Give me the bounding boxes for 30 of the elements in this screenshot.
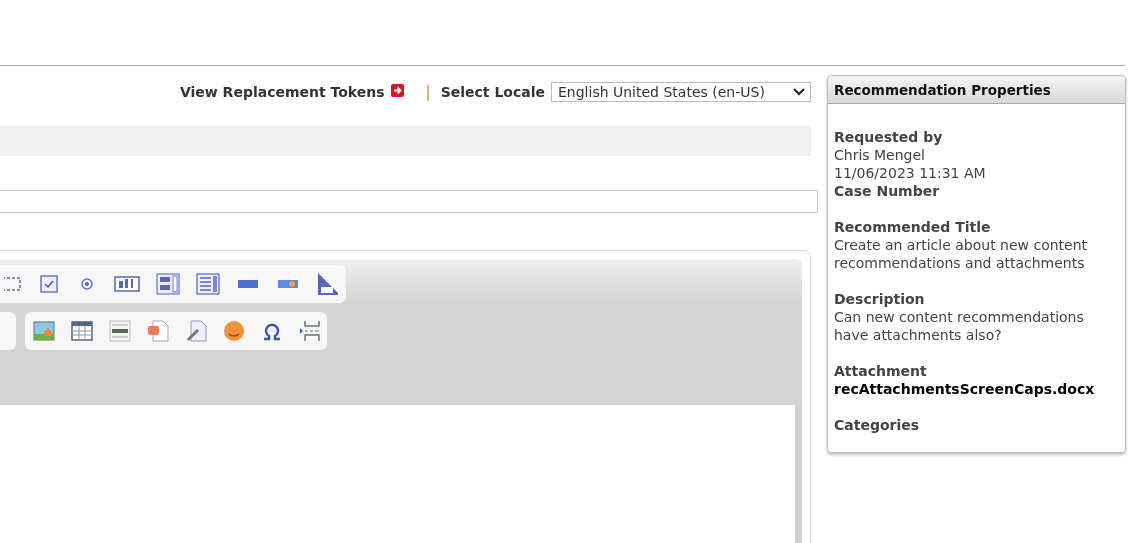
toolbar-group: [0, 312, 16, 350]
image-icon[interactable]: [33, 320, 55, 342]
field-label: Case Number: [834, 182, 941, 200]
field-value: Chris Mengel: [834, 146, 926, 164]
replacement-tokens-link[interactable]: View Replacement Tokens: [179, 84, 404, 100]
field-value: Create an article about new content recommendations and attachments: [834, 236, 1089, 272]
chevron-down-icon: [792, 87, 806, 97]
text-area-icon[interactable]: [156, 273, 180, 295]
document-icon[interactable]: [147, 320, 169, 342]
link-icon[interactable]: [185, 320, 207, 342]
field-label: Categories: [834, 416, 921, 434]
locale-label: Select Locale: [440, 84, 545, 100]
attachment-link[interactable]: recAttachmentsScreenCaps.docx: [834, 380, 1119, 398]
list-box-icon[interactable]: [196, 273, 220, 295]
field-label: Requested by: [834, 128, 944, 146]
input-field[interactable]: [0, 190, 818, 213]
panel-title: Recommendation Properties: [828, 76, 1125, 104]
page-break-icon[interactable]: [299, 320, 321, 342]
separator: |: [425, 83, 431, 101]
field-label: Description: [834, 290, 926, 308]
text-field-icon[interactable]: [114, 273, 140, 295]
arrow-icon: [390, 84, 404, 97]
field-value: 11/06/2023 11:31 AM: [834, 164, 987, 182]
field-label: Attachment: [834, 362, 928, 380]
field-label: Recommended Title: [834, 218, 992, 236]
field-value: Can new content recommendations have attachments also?: [834, 308, 1085, 344]
locale-select[interactable]: English United States (en-US): [551, 82, 811, 102]
smiley-icon[interactable]: [223, 320, 245, 342]
checkbox-icon[interactable]: [38, 273, 60, 295]
table-icon[interactable]: [71, 320, 93, 342]
